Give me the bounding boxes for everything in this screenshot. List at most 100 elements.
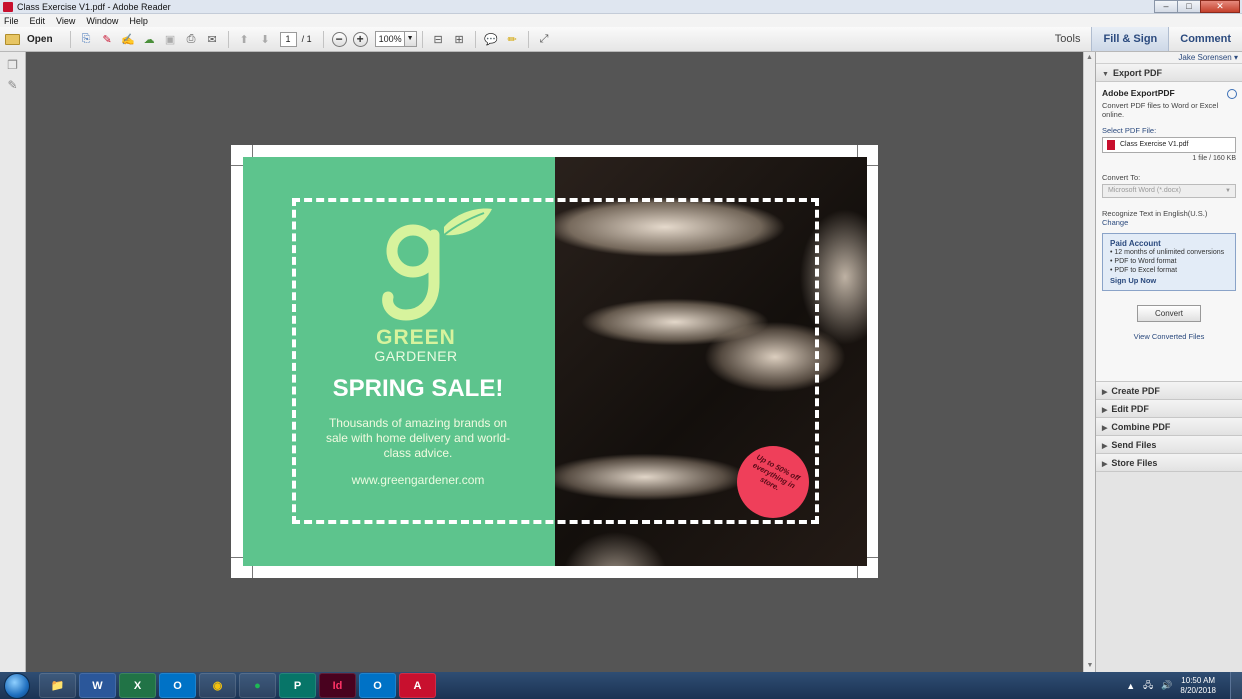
create-pdf-header[interactable]: ▶ Create PDF — [1096, 382, 1242, 400]
highlight-icon[interactable]: ✏ — [504, 31, 521, 48]
triangle-right-icon: ▶ — [1102, 389, 1108, 396]
edit-pdf-icon[interactable]: ✎ — [99, 31, 116, 48]
sign-icon[interactable]: ✍ — [120, 31, 137, 48]
crop-mark — [252, 145, 253, 157]
attachments-icon[interactable]: ✎ — [6, 78, 20, 92]
zoom-out-button[interactable]: − — [331, 31, 347, 47]
crop-mark — [867, 557, 878, 558]
convert-format-select[interactable]: Microsoft Word (*.docx) ▼ — [1102, 184, 1236, 198]
crop-mark — [231, 557, 243, 558]
page-up-icon[interactable]: ⬆ — [236, 31, 253, 48]
paid-account-title: Paid Account — [1110, 239, 1161, 248]
user-account-menu[interactable]: Jake Sorensen ▾ — [1096, 52, 1242, 64]
taskbar-acrobat[interactable]: A — [399, 673, 436, 698]
maximize-button[interactable]: □ — [1177, 0, 1201, 13]
zoom-select[interactable]: 100% ▼ — [374, 31, 417, 47]
menu-help[interactable]: Help — [129, 16, 148, 26]
adobe-reader-icon — [3, 1, 13, 12]
taskbar-outlook[interactable]: O — [159, 673, 196, 698]
help-icon[interactable] — [1227, 89, 1237, 99]
toolbar: Open ⎘ ✎ ✍ ☁ ▣ ⎙ ✉ ⬆ ⬇ 1 / 1 − + 100% ▼ … — [0, 27, 1242, 52]
start-button[interactable] — [4, 672, 30, 699]
sticky-note-icon[interactable]: 💬 — [483, 31, 500, 48]
clock[interactable]: 10:50 AM 8/20/2018 — [1180, 676, 1216, 696]
taskbar-outlook-2[interactable]: O — [359, 673, 396, 698]
menu-bar: File Edit View Window Help — [0, 14, 1242, 27]
sign-up-link[interactable]: Sign Up Now — [1110, 276, 1228, 285]
paid-feature: • 12 months of unlimited conversions — [1110, 249, 1225, 256]
user-name: Jake Sorensen — [1178, 53, 1232, 62]
export-title: Adobe ExportPDF — [1102, 88, 1175, 98]
taskbar-spotify[interactable]: ● — [239, 673, 276, 698]
crop-mark — [231, 165, 243, 166]
triangle-right-icon: ▶ — [1102, 461, 1108, 468]
send-files-header[interactable]: ▶ Send Files — [1096, 436, 1242, 454]
chevron-down-icon: ▼ — [1225, 188, 1231, 194]
crop-mark — [867, 165, 878, 166]
upload-cloud-icon[interactable]: ☁ — [141, 31, 158, 48]
window-title: Class Exercise V1.pdf - Adobe Reader — [17, 1, 171, 12]
menu-file[interactable]: File — [4, 16, 19, 26]
menu-window[interactable]: Window — [86, 16, 118, 26]
scroll-up-icon[interactable]: ▲ — [1084, 52, 1095, 64]
selected-file[interactable]: Class Exercise V1.pdf — [1102, 137, 1236, 153]
task-pane-tabs: Tools Fill & Sign Comment — [1044, 27, 1242, 51]
taskbar-explorer[interactable]: 📁 — [39, 673, 76, 698]
section-label: Combine PDF — [1111, 422, 1171, 432]
crop-mark — [252, 566, 253, 578]
page-thumbnails-icon[interactable]: ❐ — [6, 58, 20, 72]
create-pdf-icon[interactable]: ⎘ — [78, 31, 95, 48]
toolbar-separator — [474, 30, 476, 48]
show-desktop-button[interactable] — [1230, 672, 1242, 699]
sale-description: Thousands of amazing brands on sale with… — [325, 416, 511, 460]
file-size: 1 file / 160 KB — [1192, 155, 1236, 162]
full-screen-icon[interactable]: ⊞ — [451, 31, 468, 48]
combine-pdf-header[interactable]: ▶ Combine PDF — [1096, 418, 1242, 436]
taskbar-word[interactable]: W — [79, 673, 116, 698]
open-button[interactable]: Open — [5, 33, 53, 45]
fit-page-icon[interactable]: ⊟ — [430, 31, 447, 48]
folder-icon — [5, 33, 20, 45]
clock-time: 10:50 AM — [1181, 675, 1216, 685]
store-files-header[interactable]: ▶ Store Files — [1096, 454, 1242, 472]
sale-headline: SPRING SALE! — [332, 375, 504, 402]
page-number-input[interactable]: 1 — [279, 31, 297, 47]
convert-button[interactable]: Convert — [1137, 305, 1201, 322]
network-icon[interactable]: 🖧 — [1143, 678, 1153, 694]
show-hidden-icons-icon[interactable]: ▲ — [1126, 681, 1135, 691]
zoom-in-button[interactable]: + — [352, 31, 368, 47]
volume-icon[interactable]: 🔊 — [1161, 680, 1172, 691]
toolbar-separator — [527, 30, 529, 48]
taskbar-chrome[interactable]: ◉ — [199, 673, 236, 698]
crop-mark — [857, 145, 858, 157]
page-total: / 1 — [301, 34, 312, 44]
section-label: Send Files — [1111, 440, 1157, 450]
minimize-button[interactable]: – — [1154, 0, 1178, 13]
vertical-scrollbar[interactable]: ▲ ▼ — [1083, 52, 1095, 672]
taskbar-publisher[interactable]: P — [279, 673, 316, 698]
taskbar-excel[interactable]: X — [119, 673, 156, 698]
taskbar-indesign[interactable]: Id — [319, 673, 356, 698]
toolbar-separator — [322, 30, 324, 48]
export-pdf-header[interactable]: ▼ Export PDF — [1096, 64, 1242, 82]
system-tray: ▲ 🖧 🔊 10:50 AM 8/20/2018 — [1126, 672, 1242, 699]
save-icon[interactable]: ▣ — [162, 31, 179, 48]
close-button[interactable]: ✕ — [1200, 0, 1240, 13]
email-icon[interactable]: ✉ — [204, 31, 221, 48]
view-converted-files-link[interactable]: View Converted Files — [1102, 332, 1236, 341]
open-label: Open — [27, 33, 53, 45]
tab-comment[interactable]: Comment — [1169, 27, 1242, 51]
page-down-icon[interactable]: ⬇ — [257, 31, 274, 48]
menu-view[interactable]: View — [56, 16, 75, 26]
print-icon[interactable]: ⎙ — [183, 31, 200, 48]
change-language-link[interactable]: Change — [1102, 218, 1236, 227]
expand-icon[interactable]: ⤢ — [536, 31, 553, 48]
tab-tools[interactable]: Tools — [1044, 27, 1092, 51]
brand-name-gardener: GARDENER — [374, 348, 458, 364]
triangle-down-icon: ▼ — [1102, 71, 1109, 78]
recognize-text: Recognize Text in English(U.S.) — [1102, 209, 1208, 218]
toolbar-separator — [421, 30, 423, 48]
menu-edit[interactable]: Edit — [30, 16, 46, 26]
edit-pdf-header[interactable]: ▶ Edit PDF — [1096, 400, 1242, 418]
tab-fill-sign[interactable]: Fill & Sign — [1091, 27, 1170, 51]
